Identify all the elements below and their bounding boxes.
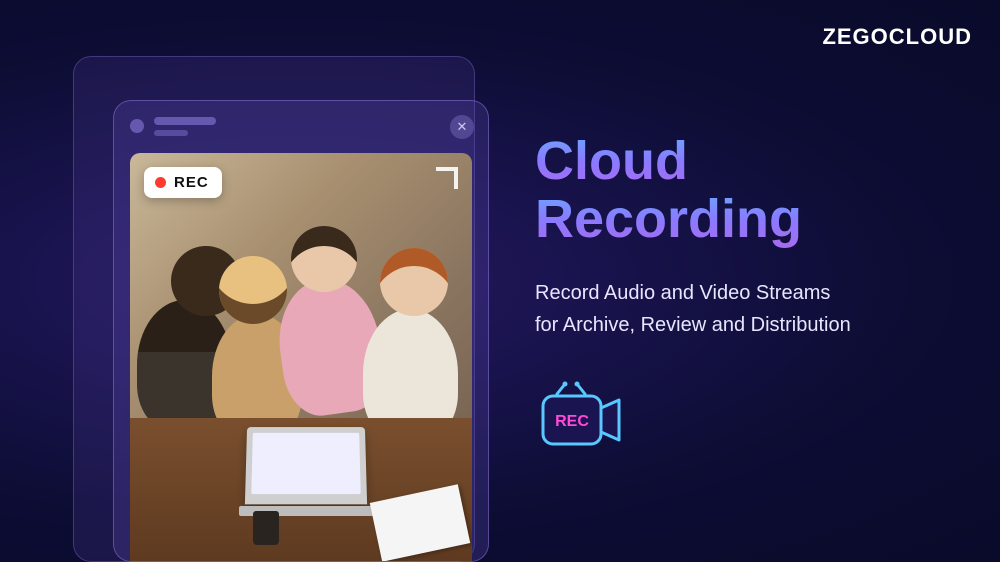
hero-title-line2: Recording	[535, 190, 960, 248]
focus-corner-icon	[436, 167, 458, 189]
hero-subtitle-line2: for Archive, Review and Distribution	[535, 309, 960, 341]
hero-title-line1: Cloud	[535, 132, 960, 190]
hero-subtitle-line1: Record Audio and Video Streams	[535, 277, 960, 309]
rec-icon-text: REC	[555, 413, 589, 430]
meeting-illustration	[130, 153, 472, 561]
hero-content: Cloud Recording Record Audio and Video S…	[535, 132, 960, 341]
close-button[interactable]: ✕	[450, 115, 474, 139]
card-subtitle-placeholder	[154, 130, 188, 136]
rec-label: REC	[174, 174, 209, 191]
recording-indicator-badge: REC	[144, 167, 222, 198]
close-icon: ✕	[457, 119, 468, 135]
card-title-placeholder	[154, 117, 216, 125]
hero-subtitle: Record Audio and Video Streams for Archi…	[535, 277, 960, 341]
brand-logo: ZEGOCLOUD	[822, 24, 972, 50]
record-dot-icon	[155, 177, 166, 188]
recorder-camera-icon: REC	[535, 380, 627, 452]
video-preview: REC	[130, 153, 472, 561]
card-avatar-placeholder	[130, 119, 144, 133]
recording-card: ✕ REC	[113, 100, 489, 562]
